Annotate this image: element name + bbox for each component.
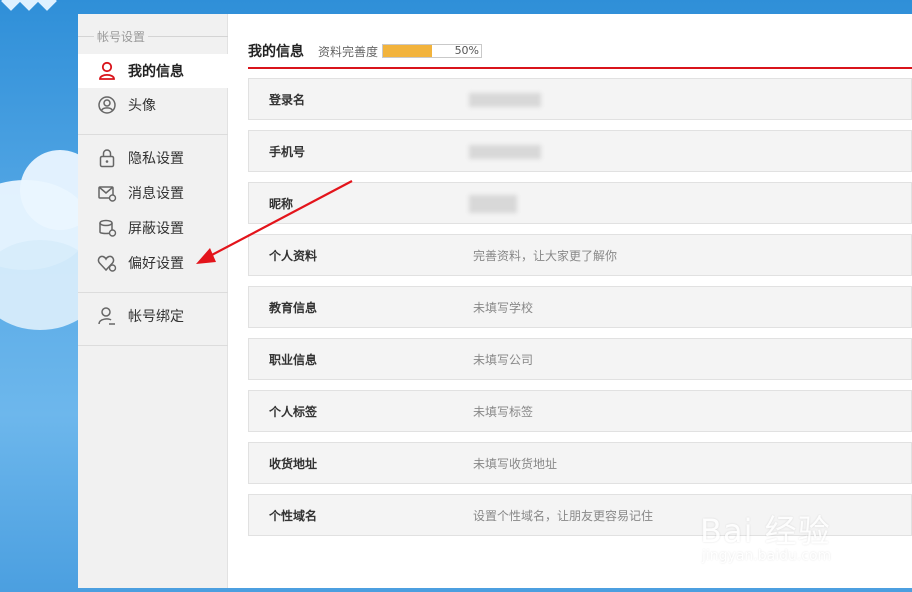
corner-logo-decoration bbox=[0, 0, 60, 11]
sidebar-item-preference-settings[interactable]: 偏好设置 bbox=[78, 246, 228, 280]
sidebar-item-my-info[interactable]: 我的信息 bbox=[78, 54, 228, 88]
info-row-education[interactable]: 教育信息 未填写学校 bbox=[248, 286, 912, 328]
avatar-icon bbox=[96, 94, 118, 116]
redacted-value bbox=[469, 145, 541, 159]
sidebar-item-privacy[interactable]: 隐私设置 bbox=[78, 141, 228, 175]
row-value: 设置个性域名，让朋友更容易记住 bbox=[473, 508, 654, 523]
block-settings-icon bbox=[96, 217, 118, 239]
row-label: 个人资料 bbox=[269, 248, 318, 263]
sidebar-item-message-settings[interactable]: 消息设置 bbox=[78, 176, 228, 210]
info-row-shipping-address[interactable]: 收货地址 未填写收货地址 bbox=[248, 442, 912, 484]
lock-icon bbox=[96, 147, 118, 169]
sidebar-item-label: 帐号绑定 bbox=[128, 309, 184, 325]
profile-completeness-bar: 50% bbox=[382, 44, 483, 58]
row-value: 未填写公司 bbox=[473, 352, 534, 367]
heart-settings-icon bbox=[96, 252, 118, 274]
sidebar-divider bbox=[78, 292, 228, 293]
row-label: 登录名 bbox=[269, 92, 306, 107]
info-row-profile[interactable]: 个人资料 完善资料，让大家更了解你 bbox=[248, 234, 912, 276]
row-label: 个人标签 bbox=[269, 404, 318, 419]
sidebar-divider bbox=[78, 134, 228, 135]
info-row-nickname[interactable]: 昵称 bbox=[248, 182, 912, 224]
page-title: 我的信息 bbox=[248, 44, 304, 60]
header-divider bbox=[248, 67, 912, 69]
sidebar-divider bbox=[78, 345, 228, 346]
info-row-phone[interactable]: 手机号 bbox=[248, 130, 912, 172]
sidebar: 帐号设置 我的信息 头像 隐私设置 消息设置 屏蔽设置 偏好设置 帐号绑定 bbox=[78, 14, 228, 588]
row-label: 个性域名 bbox=[269, 508, 318, 523]
info-row-login-name[interactable]: 登录名 bbox=[248, 78, 912, 120]
sidebar-item-label: 屏蔽设置 bbox=[128, 221, 184, 237]
row-value: 未填写学校 bbox=[473, 300, 534, 315]
progress-percent: 50% bbox=[454, 44, 480, 57]
sidebar-item-label: 偏好设置 bbox=[128, 256, 184, 272]
row-value: 完善资料，让大家更了解你 bbox=[473, 248, 618, 263]
user-icon bbox=[96, 60, 118, 82]
sidebar-section-title: 帐号设置 bbox=[78, 28, 228, 44]
sidebar-item-avatar[interactable]: 头像 bbox=[78, 88, 228, 122]
mail-settings-icon bbox=[96, 182, 118, 204]
row-label: 收货地址 bbox=[269, 456, 318, 471]
redacted-value bbox=[469, 195, 517, 213]
row-label: 教育信息 bbox=[269, 300, 318, 315]
row-label: 职业信息 bbox=[269, 352, 318, 367]
info-row-tags[interactable]: 个人标签 未填写标签 bbox=[248, 390, 912, 432]
redacted-value bbox=[469, 93, 541, 107]
progress-fill bbox=[383, 45, 433, 57]
info-row-career[interactable]: 职业信息 未填写公司 bbox=[248, 338, 912, 380]
sidebar-item-label: 隐私设置 bbox=[128, 151, 184, 167]
row-label: 昵称 bbox=[269, 196, 294, 211]
sidebar-item-label: 我的信息 bbox=[128, 64, 184, 80]
row-value: 未填写收货地址 bbox=[473, 456, 558, 471]
baidu-jingyan-watermark: Bai 经验 jingyan.baidu.com bbox=[700, 512, 832, 564]
account-bind-icon bbox=[96, 305, 118, 327]
sidebar-item-account-binding[interactable]: 帐号绑定 bbox=[78, 299, 228, 333]
sidebar-item-block-settings[interactable]: 屏蔽设置 bbox=[78, 211, 228, 245]
profile-completeness-label: 资料完善度 bbox=[318, 44, 379, 59]
sidebar-item-label: 头像 bbox=[128, 98, 156, 114]
row-label: 手机号 bbox=[269, 144, 306, 159]
sidebar-item-label: 消息设置 bbox=[128, 186, 184, 202]
main-header: 我的信息 资料完善度 50% bbox=[248, 41, 912, 61]
row-value: 未填写标签 bbox=[473, 404, 534, 419]
